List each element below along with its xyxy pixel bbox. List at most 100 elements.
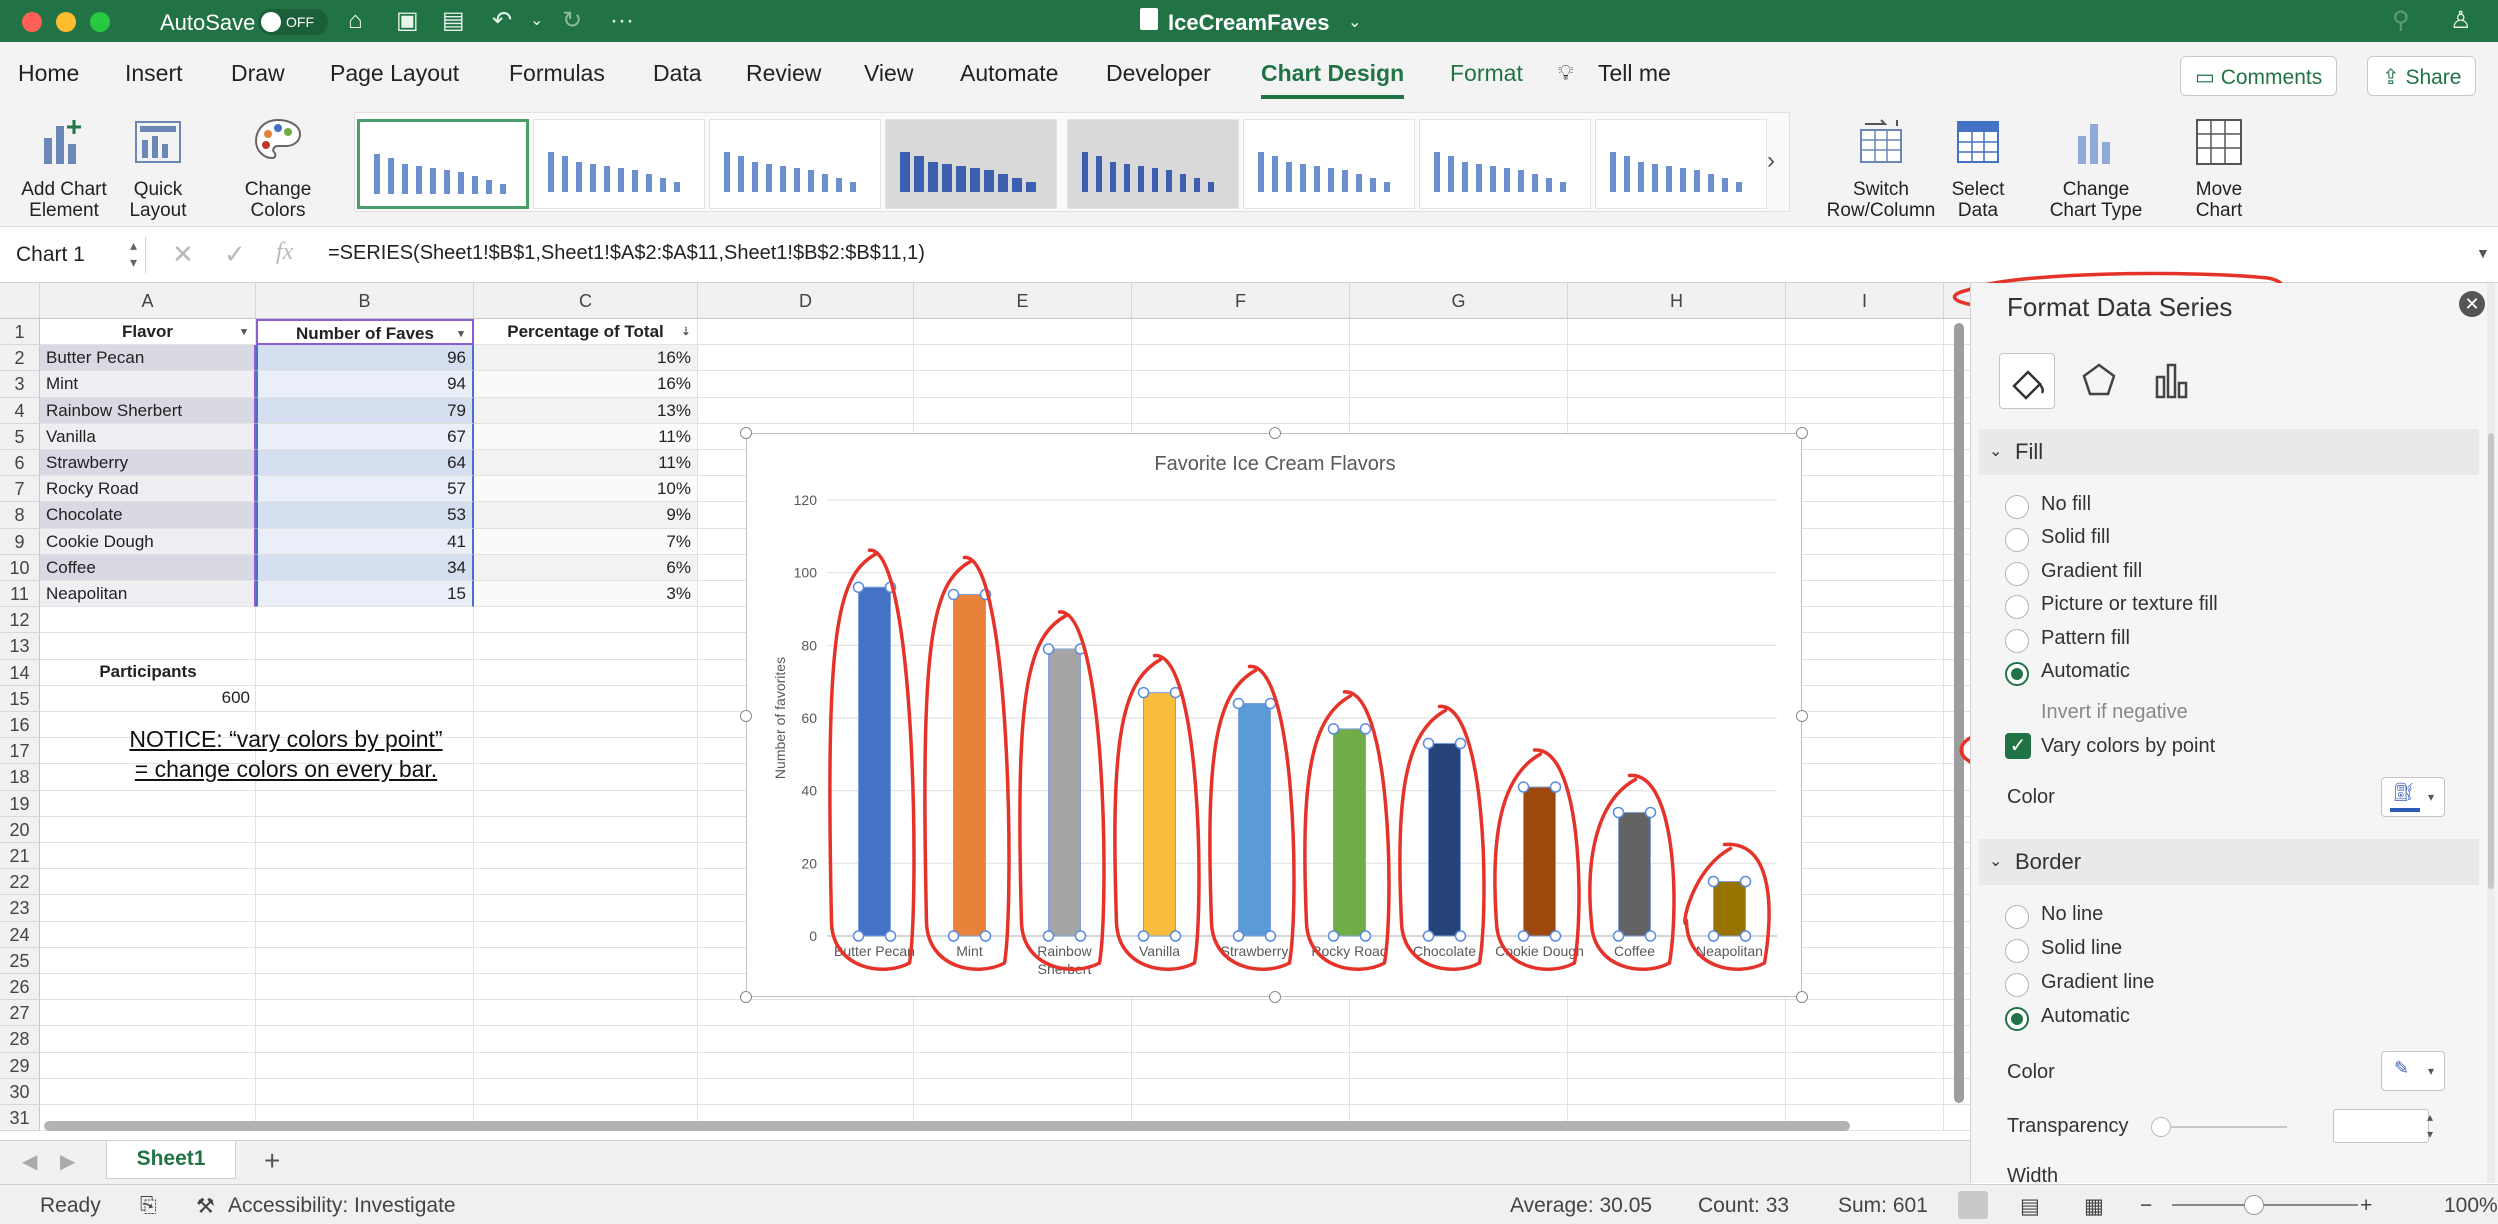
chart[interactable]: Favorite Ice Cream Flavors 0 20 40 60 80 100 12… — [740, 427, 1808, 1003]
border-option-label[interactable]: Automatic — [2041, 1005, 2130, 1028]
minimize-window-button[interactable] — [56, 12, 76, 32]
bar-selection-handle[interactable] — [1137, 686, 1150, 699]
name-box-stepper-icon[interactable]: ▴ ▾ — [130, 237, 137, 271]
fill-color-picker[interactable]: ⛽︎ ▾ — [2381, 777, 2445, 817]
table-cell[interactable]: Cookie Dough — [40, 528, 256, 555]
chart-style-2[interactable] — [533, 119, 705, 209]
table-cell[interactable]: 10% — [474, 476, 698, 503]
row-header-17[interactable]: 17 — [0, 738, 40, 765]
bar-selection-handle[interactable] — [1327, 930, 1340, 942]
transparency-stepper-icon[interactable]: ▴ ▾ — [2427, 1109, 2433, 1143]
resize-handle-t[interactable] — [1269, 427, 1281, 439]
filter-dropdown-icon[interactable]: ▾ — [454, 328, 468, 340]
bar-selection-handle[interactable] — [1517, 930, 1530, 942]
row-header-3[interactable]: 3 — [0, 371, 40, 398]
table-cell[interactable]: Rocky Road — [40, 476, 256, 503]
add-chart-element-button[interactable]: Add Chart Element — [14, 114, 114, 221]
column-header-c[interactable]: C — [474, 283, 698, 319]
table-cell[interactable]: 53 — [256, 502, 474, 529]
bar-selection-handle[interactable] — [1644, 930, 1657, 942]
bar-selection-handle[interactable] — [1739, 930, 1752, 942]
horizontal-scrollbar[interactable] — [44, 1121, 1850, 1131]
row-header-10[interactable]: 10 — [0, 554, 40, 581]
table-cell[interactable]: Rainbow Sherbert — [40, 397, 256, 424]
column-header-g[interactable]: G — [1350, 283, 1568, 319]
table-cell[interactable]: 11% — [474, 450, 698, 477]
table-cell[interactable]: 13% — [474, 397, 698, 424]
transparency-input[interactable] — [2333, 1109, 2429, 1143]
accessibility-icon[interactable]: ⚒ — [196, 1194, 215, 1219]
file-name[interactable]: IceCreamFaves — [1168, 10, 1329, 36]
participants-label[interactable]: Participants — [40, 659, 256, 685]
prev-sheet-icon[interactable]: ◀ — [22, 1149, 37, 1174]
tab-review[interactable]: Review — [746, 60, 821, 87]
table-cell[interactable]: Coffee — [40, 554, 256, 581]
tab-formulas[interactable]: Formulas — [509, 60, 605, 87]
page-layout-view-icon[interactable]: ▤ — [2020, 1194, 2040, 1219]
fill-option-radio[interactable] — [2005, 595, 2029, 620]
gallery-next-icon[interactable]: › — [1767, 147, 1775, 175]
bar-selection-handle[interactable] — [1042, 643, 1055, 655]
table-header-cell[interactable]: Number of Faves ▾ — [256, 319, 474, 346]
file-name-dropdown-icon[interactable]: ⌄ — [1348, 12, 1361, 32]
tab-data[interactable]: Data — [653, 60, 702, 87]
column-header-f[interactable]: F — [1132, 283, 1350, 319]
bar-selection-handle[interactable] — [1074, 643, 1087, 655]
table-cell[interactable]: 7% — [474, 528, 698, 555]
table-header-cell[interactable]: Percentage of Total ⇣ — [474, 319, 698, 346]
vary-colors-checkbox[interactable]: ✓ — [2005, 733, 2031, 759]
change-colors-button[interactable]: Change Colors — [226, 114, 330, 221]
bar-selection-handle[interactable] — [947, 588, 960, 601]
row-header-22[interactable]: 22 — [0, 869, 40, 896]
table-header-cell[interactable]: Flavor ▾ — [40, 319, 256, 346]
participants-value[interactable]: 600 — [40, 685, 256, 711]
row-header-28[interactable]: 28 — [0, 1026, 40, 1053]
search-icon[interactable]: ⚲ — [2392, 6, 2410, 36]
chart-style-6[interactable] — [1243, 119, 1415, 209]
formula-input[interactable]: =SERIES(Sheet1!$B$1,Sheet1!$A$2:$A$11,Sh… — [328, 242, 925, 265]
more-icon[interactable]: ··· — [610, 6, 634, 36]
table-cell[interactable]: Strawberry — [40, 450, 256, 477]
bar-selection-handle[interactable] — [1644, 806, 1657, 819]
share-button[interactable]: ⇪ Share — [2367, 56, 2477, 96]
fill-section-header[interactable]: ⌄ Fill — [1979, 429, 2479, 475]
bar-selection-handle[interactable] — [1549, 930, 1562, 942]
bar-selection-handle[interactable] — [1612, 930, 1625, 942]
row-header-2[interactable]: 2 — [0, 345, 40, 372]
resize-handle-tl[interactable] — [740, 427, 752, 439]
border-option-label[interactable]: Solid line — [2041, 937, 2122, 960]
column-header-a[interactable]: A — [40, 283, 256, 319]
table-cell[interactable]: Neapolitan — [40, 581, 256, 608]
bar-selection-handle[interactable] — [1137, 930, 1150, 942]
autosave-toggle[interactable]: OFF — [258, 9, 328, 35]
series-options-tab[interactable] — [2143, 353, 2199, 409]
fill-option-label[interactable]: Automatic — [2041, 660, 2130, 683]
border-color-picker[interactable]: ✎ ▾ — [2381, 1051, 2445, 1091]
fill-option-label[interactable]: No fill — [2041, 493, 2091, 516]
bar-selection-handle[interactable] — [1232, 930, 1245, 942]
chart-style-4[interactable] — [885, 119, 1057, 209]
row-header-1[interactable]: 1 — [0, 319, 40, 346]
row-header-12[interactable]: 12 — [0, 607, 40, 634]
fill-option-radio[interactable] — [2005, 662, 2029, 686]
bar-selection-handle[interactable] — [1359, 930, 1372, 942]
bar-selection-handle[interactable] — [1169, 930, 1182, 942]
tab-view[interactable]: View — [864, 60, 913, 87]
bar-selection-handle[interactable] — [1042, 930, 1055, 942]
row-header-9[interactable]: 9 — [0, 528, 40, 555]
bar-selection-handle[interactable] — [1707, 875, 1720, 888]
row-header-21[interactable]: 21 — [0, 843, 40, 870]
row-header-4[interactable]: 4 — [0, 397, 40, 424]
bar-selection-handle[interactable] — [1549, 781, 1562, 793]
bar-selection-handle[interactable] — [1422, 930, 1435, 942]
fill-option-label[interactable]: Solid fill — [2041, 526, 2110, 549]
row-header-8[interactable]: 8 — [0, 502, 40, 529]
confirm-icon[interactable]: ✓ — [224, 239, 246, 270]
border-option-label[interactable]: No line — [2041, 903, 2103, 926]
undo-icon[interactable]: ↶ — [492, 6, 512, 36]
table-cell[interactable]: 16% — [474, 371, 698, 398]
bar-selection-handle[interactable] — [1359, 723, 1372, 735]
bar-selection-handle[interactable] — [1422, 737, 1435, 750]
vertical-scrollbar[interactable] — [1954, 323, 1964, 1103]
account-icon[interactable]: ♙ — [2450, 6, 2472, 36]
